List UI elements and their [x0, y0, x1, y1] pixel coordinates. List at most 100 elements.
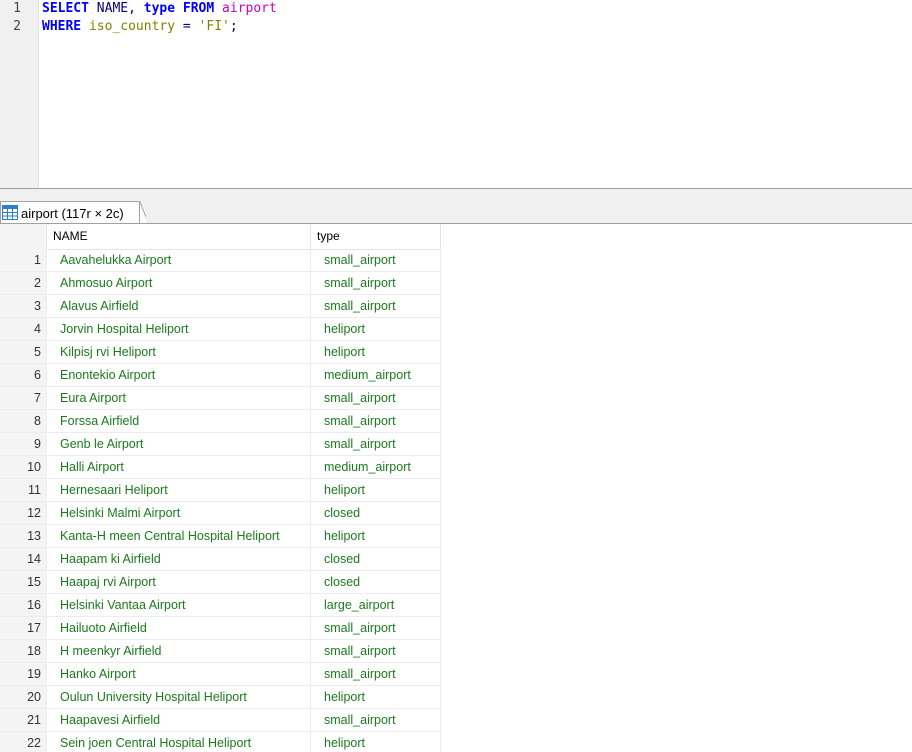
table-row[interactable]: 1 Aavahelukka Airport small_airport — [0, 249, 441, 272]
table-row[interactable]: 8 Forssa Airfield small_airport — [0, 410, 441, 433]
column-header-name[interactable]: NAME — [47, 224, 311, 249]
name-cell[interactable]: Aavahelukka Airport — [47, 249, 311, 272]
row-number-header[interactable] — [0, 224, 47, 249]
name-cell[interactable]: Oulun University Hospital Heliport — [47, 686, 311, 709]
row-number-cell[interactable]: 4 — [0, 318, 47, 341]
name-cell[interactable]: Helsinki Malmi Airport — [47, 502, 311, 525]
table-row[interactable]: 16 Helsinki Vantaa Airport large_airport — [0, 594, 441, 617]
table-row[interactable]: 11 Hernesaari Heliport heliport — [0, 479, 441, 502]
type-cell[interactable]: small_airport — [311, 295, 441, 318]
row-number-cell[interactable]: 10 — [0, 456, 47, 479]
type-cell[interactable]: small_airport — [311, 249, 441, 272]
name-cell[interactable]: Halli Airport — [47, 456, 311, 479]
type-cell[interactable]: closed — [311, 502, 441, 525]
column-type: type — [143, 1, 176, 16]
type-cell[interactable]: heliport — [311, 318, 441, 341]
type-cell[interactable]: closed — [311, 548, 441, 571]
type-cell[interactable]: heliport — [311, 686, 441, 709]
type-cell[interactable]: heliport — [311, 479, 441, 502]
row-number-cell[interactable]: 14 — [0, 548, 47, 571]
type-cell[interactable]: small_airport — [311, 617, 441, 640]
result-grid[interactable]: NAME type 1 Aavahelukka Airport small_airp… — [0, 224, 912, 752]
name-cell[interactable]: Helsinki Vantaa Airport — [47, 594, 311, 617]
row-number-cell[interactable]: 11 — [0, 479, 47, 502]
table-row[interactable]: 9 Genb le Airport small_airport — [0, 433, 441, 456]
table-row[interactable]: 4 Jorvin Hospital Heliport heliport — [0, 318, 441, 341]
type-cell[interactable]: small_airport — [311, 433, 441, 456]
type-cell[interactable]: small_airport — [311, 272, 441, 295]
type-cell[interactable]: closed — [311, 571, 441, 594]
row-number-cell[interactable]: 8 — [0, 410, 47, 433]
type-cell[interactable]: small_airport — [311, 640, 441, 663]
row-number-cell[interactable]: 20 — [0, 686, 47, 709]
name-cell[interactable]: Forssa Airfield — [47, 410, 311, 433]
row-number-cell[interactable]: 17 — [0, 617, 47, 640]
line-number-gutter: 1 2 — [0, 0, 39, 188]
name-cell[interactable]: Sein joen Central Hospital Heliport — [47, 732, 311, 752]
row-number-cell[interactable]: 13 — [0, 525, 47, 548]
table-row[interactable]: 22 Sein joen Central Hospital Heliport hel… — [0, 732, 441, 752]
name-cell[interactable]: Genb le Airport — [47, 433, 311, 456]
name-cell[interactable]: H meenkyr Airfield — [47, 640, 311, 663]
name-cell[interactable]: Enontekio Airport — [47, 364, 311, 387]
table-row[interactable]: 15 Haapaj rvi Airport closed — [0, 571, 441, 594]
table-row[interactable]: 3 Alavus Airfield small_airport — [0, 295, 441, 318]
name-cell[interactable]: Ahmosuo Airport — [47, 272, 311, 295]
row-number-cell[interactable]: 12 — [0, 502, 47, 525]
table-row[interactable]: 21 Haapavesi Airfield small_airport — [0, 709, 441, 732]
row-number-cell[interactable]: 6 — [0, 364, 47, 387]
table-row[interactable]: 7 Eura Airport small_airport — [0, 387, 441, 410]
code-line-1[interactable]: SELECT NAME, type FROM airport — [42, 0, 277, 18]
row-number-cell[interactable]: 7 — [0, 387, 47, 410]
type-cell[interactable]: small_airport — [311, 410, 441, 433]
table-row[interactable]: 10 Halli Airport medium_airport — [0, 456, 441, 479]
row-number-cell[interactable]: 16 — [0, 594, 47, 617]
row-number-cell[interactable]: 18 — [0, 640, 47, 663]
table-row[interactable]: 20 Oulun University Hospital Heliport heli… — [0, 686, 441, 709]
name-cell[interactable]: Alavus Airfield — [47, 295, 311, 318]
name-cell[interactable]: Haapam ki Airfield — [47, 548, 311, 571]
row-number-cell[interactable]: 3 — [0, 295, 47, 318]
name-cell[interactable]: Hernesaari Heliport — [47, 479, 311, 502]
type-cell[interactable]: heliport — [311, 525, 441, 548]
row-number-cell[interactable]: 9 — [0, 433, 47, 456]
row-number-cell[interactable]: 2 — [0, 272, 47, 295]
name-cell[interactable]: Kilpisj rvi Heliport — [47, 341, 311, 364]
table-row[interactable]: 12 Helsinki Malmi Airport closed — [0, 502, 441, 525]
code-line-2[interactable]: WHERE iso_country = 'FI'; — [42, 18, 238, 36]
type-cell[interactable]: heliport — [311, 732, 441, 752]
type-cell[interactable]: medium_airport — [311, 456, 441, 479]
row-number-cell[interactable]: 21 — [0, 709, 47, 732]
row-number-cell[interactable]: 5 — [0, 341, 47, 364]
row-number-cell[interactable]: 19 — [0, 663, 47, 686]
result-tab-airport[interactable]: airport (117r × 2c) — [0, 201, 140, 223]
table-grid-icon — [2, 205, 18, 220]
table-row[interactable]: 17 Hailuoto Airfield small_airport — [0, 617, 441, 640]
table-row[interactable]: 2 Ahmosuo Airport small_airport — [0, 272, 441, 295]
row-number-cell[interactable]: 15 — [0, 571, 47, 594]
table-row[interactable]: 5 Kilpisj rvi Heliport heliport — [0, 341, 441, 364]
name-cell[interactable]: Haapaj rvi Airport — [47, 571, 311, 594]
type-cell[interactable]: large_airport — [311, 594, 441, 617]
table-row[interactable]: 13 Kanta-H meen Central Hospital Heliport… — [0, 525, 441, 548]
type-cell[interactable]: small_airport — [311, 663, 441, 686]
name-cell[interactable]: Kanta-H meen Central Hospital Heliport — [47, 525, 311, 548]
name-cell[interactable]: Eura Airport — [47, 387, 311, 410]
row-number-cell[interactable]: 22 — [0, 732, 47, 752]
table-row[interactable]: 6 Enontekio Airport medium_airport — [0, 364, 441, 387]
sql-editor[interactable]: 1 2 SELECT NAME, type FROM airport WHERE… — [0, 0, 912, 188]
name-cell[interactable]: Haapavesi Airfield — [47, 709, 311, 732]
name-cell[interactable]: Jorvin Hospital Heliport — [47, 318, 311, 341]
name-cell[interactable]: Hailuoto Airfield — [47, 617, 311, 640]
type-cell[interactable]: small_airport — [311, 709, 441, 732]
type-cell[interactable]: heliport — [311, 341, 441, 364]
type-cell[interactable]: small_airport — [311, 387, 441, 410]
table-row[interactable]: 19 Hanko Airport small_airport — [0, 663, 441, 686]
keyword-where: WHERE — [42, 19, 82, 34]
column-header-type[interactable]: type — [311, 224, 441, 249]
table-row[interactable]: 14 Haapam ki Airfield closed — [0, 548, 441, 571]
table-row[interactable]: 18 H meenkyr Airfield small_airport — [0, 640, 441, 663]
row-number-cell[interactable]: 1 — [0, 249, 47, 272]
name-cell[interactable]: Hanko Airport — [47, 663, 311, 686]
type-cell[interactable]: medium_airport — [311, 364, 441, 387]
